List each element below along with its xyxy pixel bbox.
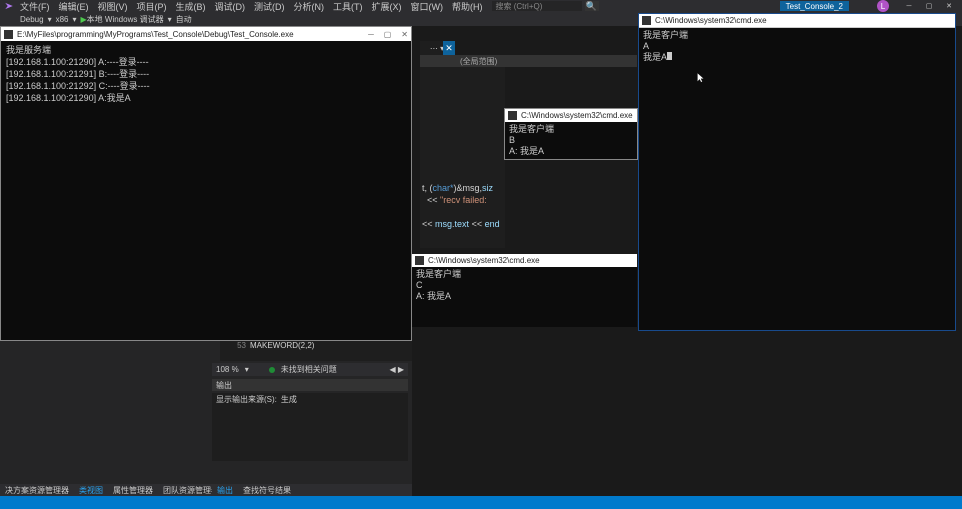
tab-property-mgr[interactable]: 属性管理器 [108,484,158,496]
menu-view[interactable]: 视图(V) [98,0,128,13]
line-number: 53 [220,341,250,361]
mouse-pointer-icon [697,73,705,83]
console-line: [192.168.1.100:21290] A:我是A [6,92,406,104]
client-a-surface[interactable]: 我是客户端 A 我是A [639,28,955,65]
close-button[interactable]: ✕ [939,1,959,11]
client-a-cmd-window[interactable]: C:\Windows\system32\cmd.exe 我是客户端 A 我是A [638,13,956,331]
console-line: 我是客户端 [643,30,951,41]
menu-edit[interactable]: 编辑(E) [59,0,89,13]
console-line: [192.168.1.100:21290] A:----登录---- [6,56,406,68]
console-line: A: 我是A [509,146,633,157]
user-avatar[interactable]: L [877,0,889,12]
tab-class-view[interactable]: 类视图 [74,484,108,496]
search-button[interactable]: 🔍 [585,1,599,11]
console-line: C [416,280,633,291]
tab-output[interactable]: 输出 [212,484,238,496]
minimize-button[interactable]: ─ [899,1,919,11]
client-b-titlebar[interactable]: C:\Windows\system32\cmd.exe [505,109,637,122]
issues-text: 未找到相关问题 [281,364,337,375]
debug-target[interactable]: 本地 Windows 调试器 [87,14,164,25]
editor-tab-close[interactable]: ✕ [443,41,455,55]
console-line: [192.168.1.100:21292] C:----登录---- [6,80,406,92]
console-line: 我是客户端 [509,124,633,135]
min-icon[interactable]: ─ [368,30,374,39]
output-header: 输出 [212,379,408,391]
output-from-value[interactable]: 生成 [281,394,297,405]
close-icon[interactable]: ✕ [401,30,408,39]
client-c-surface[interactable]: 我是客户端 C A: 我是A [412,267,637,327]
client-c-titlebar[interactable]: C:\Windows\system32\cmd.exe [412,254,637,267]
menu-test[interactable]: 测试(D) [254,0,285,13]
status-ok-icon [269,367,275,373]
status-bar [0,496,962,509]
output-body[interactable] [212,405,408,461]
project-tab[interactable]: Test_Console_2 [780,1,849,11]
client-b-cmd-window[interactable]: C:\Windows\system32\cmd.exe 我是客户端 B A: 我… [504,108,638,160]
search-icon: 🔍 [586,1,597,12]
server-console-surface[interactable]: 我是服务端 [192.168.1.100:21290] A:----登录----… [1,41,411,340]
menu-ext[interactable]: 扩展(X) [372,0,402,13]
code-peek: 53 MAKEWORD(2,2) [220,341,412,361]
menu-file[interactable]: 文件(F) [20,0,50,13]
menu-analyze[interactable]: 分析(N) [294,0,325,13]
config-select[interactable]: Debug [20,15,44,24]
client-a-titlebar[interactable]: C:\Windows\system32\cmd.exe [639,14,955,28]
platform-select[interactable]: x86 [56,15,69,24]
menu-project[interactable]: 项目(P) [137,0,167,13]
client-b-title: C:\Windows\system32\cmd.exe [521,111,633,120]
tab-solution-explorer[interactable]: 决方案资源管理器 [0,484,74,496]
scope-bar[interactable]: (全局范围) [420,55,637,67]
output-source-row: 显示输出来源(S): 生成 [212,393,408,405]
output-from-label: 显示输出来源(S): [216,394,277,405]
console-line: [192.168.1.100:21291] B:----登录---- [6,68,406,80]
server-console-title: E:\MyFiles\programming\MyPrograms\Test_C… [17,30,294,39]
console-line: 我是A [643,52,667,62]
menu-bar: 文件(F) 编辑(E) 视图(V) 项目(P) 生成(B) 调试(D) 测试(D… [0,0,962,12]
menu-debug[interactable]: 调试(D) [215,0,246,13]
cmd-icon [508,111,517,120]
menu-window[interactable]: 窗口(W) [411,0,444,13]
vs-lower-panels: 53 MAKEWORD(2,2) 108 % ▾ 未找到相关问题 ◀ ▶ 输出 … [0,341,412,486]
tab-find-results[interactable]: 查找符号结果 [238,484,296,496]
menu-help[interactable]: 帮助(H) [452,0,483,13]
console-line: B [509,135,633,146]
cmd-icon [642,16,651,25]
server-console-titlebar[interactable]: E:\MyFiles\programming\MyPrograms\Test_C… [1,27,411,41]
console-line: 我是客户端 [416,269,633,280]
max-icon[interactable]: ▢ [384,30,392,39]
search-input[interactable]: 搜索 (Ctrl+Q) [492,1,582,11]
maximize-button[interactable]: ▢ [919,1,939,11]
console-line: A [643,41,951,52]
zoom-row: 108 % ▾ 未找到相关问题 ◀ ▶ [212,363,408,376]
client-c-title: C:\Windows\system32\cmd.exe [428,256,540,265]
console-line: A: 我是A [416,291,633,302]
zoom-level[interactable]: 108 % [216,365,239,374]
client-b-surface[interactable]: 我是客户端 B A: 我是A [505,122,637,159]
cmd-icon [415,256,424,265]
right-bottom-tabs: 输出 查找符号结果 [212,484,412,496]
console-line: 我是服务端 [6,44,406,56]
menu-tools[interactable]: 工具(T) [333,0,363,13]
server-console-window[interactable]: E:\MyFiles\programming\MyPrograms\Test_C… [0,26,412,341]
cmd-icon [4,30,13,39]
editor-surface[interactable]: t, (char*)&msg,siz << "recv failed: << m… [420,67,505,248]
client-a-title: C:\Windows\system32\cmd.exe [655,16,767,25]
vs-logo-icon [4,1,14,11]
code-text: MAKEWORD(2,2) [250,341,314,361]
text-cursor [667,52,672,60]
launch-mode[interactable]: 自动 [176,14,192,25]
menu-build[interactable]: 生成(B) [176,0,206,13]
